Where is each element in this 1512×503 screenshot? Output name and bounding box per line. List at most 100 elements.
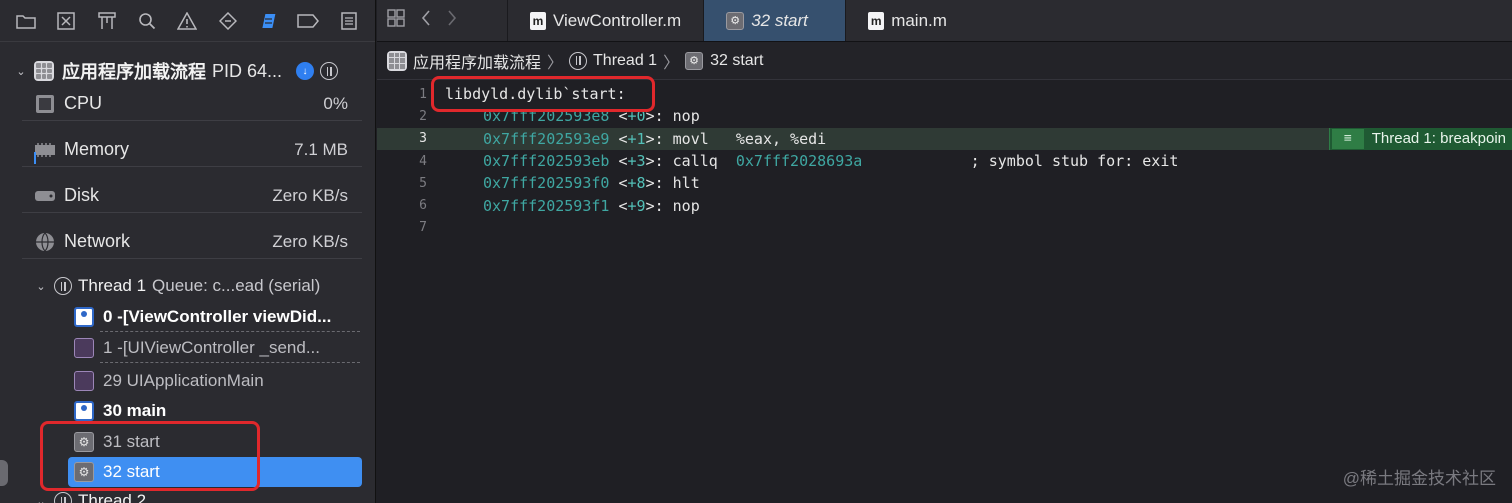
mnemonic: >: callq (645, 152, 736, 171)
instruction: 0x7fff202593eb <+3>: callq 0x7fff2028693… (483, 152, 1179, 171)
watermark: @稀土掘金技术社区 (1342, 469, 1496, 488)
line-number: 7 (419, 220, 427, 236)
thread-row[interactable]: ⌄ Thread 1 Queue: c...ead (serial) (0, 272, 375, 300)
offset: +8 (627, 174, 646, 193)
gear-icon: ⚙ (685, 51, 704, 70)
globe-icon (34, 231, 56, 253)
gauge-disk[interactable]: Disk Zero KB/s (22, 179, 362, 213)
code-line[interactable]: 7 (377, 217, 1512, 239)
code-line-current[interactable]: 3 0x7fff202593e9 <+1>: movl %eax, %edi ≡… (377, 127, 1512, 150)
disk-icon (34, 185, 56, 207)
chevron-right-icon[interactable] (447, 10, 457, 31)
memory-level-bar (34, 152, 36, 164)
offset: +9 (627, 196, 646, 215)
debug-icon[interactable] (257, 10, 279, 32)
jumpbar-app-label: 应用程序加载流程 (413, 54, 542, 72)
stack-frame[interactable]: 1 -[UIViewController _send... (70, 333, 360, 363)
m-file-icon: m (530, 11, 546, 30)
source-control-icon[interactable] (55, 10, 77, 32)
tab-label: main.m (891, 10, 947, 30)
breakpoint-icon[interactable] (297, 10, 320, 32)
thread-row[interactable]: ⌄ Thread 2 (0, 490, 375, 503)
frame-label: 1 -[UIViewController _send... (103, 338, 321, 357)
m-file-icon: m (868, 11, 885, 30)
jumpbar-frame[interactable]: ⚙ 32 start (685, 51, 763, 70)
gauge-value: Zero KB/s (272, 185, 348, 205)
instruction: 0x7fff202593f0 <+8>: hlt (483, 174, 700, 193)
highlight-box (40, 421, 260, 491)
tab-32-start[interactable]: ⚙ 32 start (703, 0, 846, 41)
thread-title: Thread 2 (78, 491, 147, 503)
line-number: 6 (419, 198, 427, 214)
address: 0x7fff202593f0 (483, 174, 610, 193)
address: 0x7fff202593e9 (483, 129, 610, 148)
grid-icon[interactable] (387, 9, 405, 32)
test-icon[interactable] (217, 10, 239, 32)
scroll-handle[interactable] (0, 460, 8, 486)
line-number: 4 (419, 153, 427, 169)
search-icon[interactable] (136, 10, 158, 32)
chevron-right-icon: 〉 (547, 54, 564, 72)
line-number: 1 (419, 86, 427, 102)
line-number: 2 (419, 108, 427, 124)
chevron-left-icon[interactable] (421, 10, 431, 31)
app-icon (34, 61, 54, 81)
gauge-memory[interactable]: Memory 7.1 MB (22, 133, 362, 167)
disclosure-open-icon[interactable]: ⌄ (34, 494, 48, 503)
line-number: 3 (419, 131, 427, 147)
info-icon[interactable]: ↓ (296, 62, 315, 80)
hierarchy-icon[interactable] (96, 10, 118, 32)
call-target: 0x7fff2028693a (735, 152, 863, 171)
thread-view-icon[interactable] (320, 62, 339, 80)
code-line[interactable]: 6 0x7fff202593f1 <+9>: nop (377, 194, 1512, 216)
frame-label: 29 UIApplicationMain (103, 371, 264, 390)
jump-bar: 应用程序加载流程 〉 Thread 1 〉 ⚙ 32 start (377, 42, 1512, 80)
thread-title: Thread 1 (78, 276, 147, 295)
navigator-toolbar (0, 0, 375, 42)
tab-bar: m ViewController.m ⚙ 32 start m main.m (377, 0, 1512, 42)
code-line[interactable]: 4 0x7fff202593eb <+3>: callq 0x7fff20286… (377, 150, 1512, 172)
stack-frame[interactable]: 0 -[ViewController viewDid... (70, 302, 360, 332)
cpu-icon (34, 93, 56, 115)
gauge-label: Network (64, 231, 131, 251)
frame-label: 0 -[ViewController viewDid... (103, 307, 332, 326)
process-row[interactable]: ⌄ 应用程序加载流程 PID 64... ↓ (0, 56, 375, 86)
jumpbar-app[interactable]: 应用程序加载流程 (387, 49, 541, 73)
tab-label: ViewController.m (553, 10, 682, 30)
jumpbar-thread[interactable]: Thread 1 (569, 51, 658, 70)
code-line[interactable]: 5 0x7fff202593f0 <+8>: hlt (377, 172, 1512, 194)
gauge-network[interactable]: Network Zero KB/s (22, 225, 362, 259)
stack-frame[interactable]: 29 UIApplicationMain (70, 366, 355, 396)
user-code-icon (74, 401, 94, 421)
gauge-cpu[interactable]: CPU 0% (22, 87, 362, 121)
tab-navigation (377, 0, 507, 41)
thread-queue: Queue: c...ead (serial) (152, 276, 321, 295)
app-icon (387, 50, 407, 71)
jumpbar-thread-label: Thread 1 (593, 51, 658, 69)
process-pid: PID 64... (212, 60, 283, 81)
breakpoint-annotation[interactable]: ≡ Thread 1: breakpoin (1328, 127, 1512, 150)
tab-viewcontroller[interactable]: m ViewController.m (507, 0, 703, 41)
editor-area: m ViewController.m ⚙ 32 start m main.m 应… (377, 0, 1512, 503)
breakpoint-text: Thread 1: breakpoin (1371, 130, 1506, 148)
gauge-label: CPU (64, 93, 103, 113)
tab-main[interactable]: m main.m (845, 0, 969, 41)
user-code-icon (74, 307, 94, 327)
mnemonic: >: nop (645, 107, 700, 126)
gauge-label: Memory (64, 139, 130, 159)
gear-icon: ⚙ (726, 11, 745, 30)
frame-label: 30 main (103, 401, 167, 420)
folder-icon[interactable] (15, 10, 37, 32)
gauge-label: Disk (64, 185, 99, 205)
offset: +3 (627, 152, 646, 171)
offset: +1 (627, 129, 646, 148)
process-name: 应用程序加载流程 (62, 62, 206, 82)
report-icon[interactable] (338, 10, 360, 32)
instruction: 0x7fff202593f1 <+9>: nop (483, 196, 700, 215)
mnemonic: >: hlt (645, 174, 700, 193)
disclosure-open-icon[interactable]: ⌄ (14, 64, 28, 78)
thread-icon (569, 51, 588, 70)
thread-icon (54, 277, 72, 295)
disclosure-open-icon[interactable]: ⌄ (34, 279, 48, 293)
warning-icon[interactable] (176, 10, 198, 32)
